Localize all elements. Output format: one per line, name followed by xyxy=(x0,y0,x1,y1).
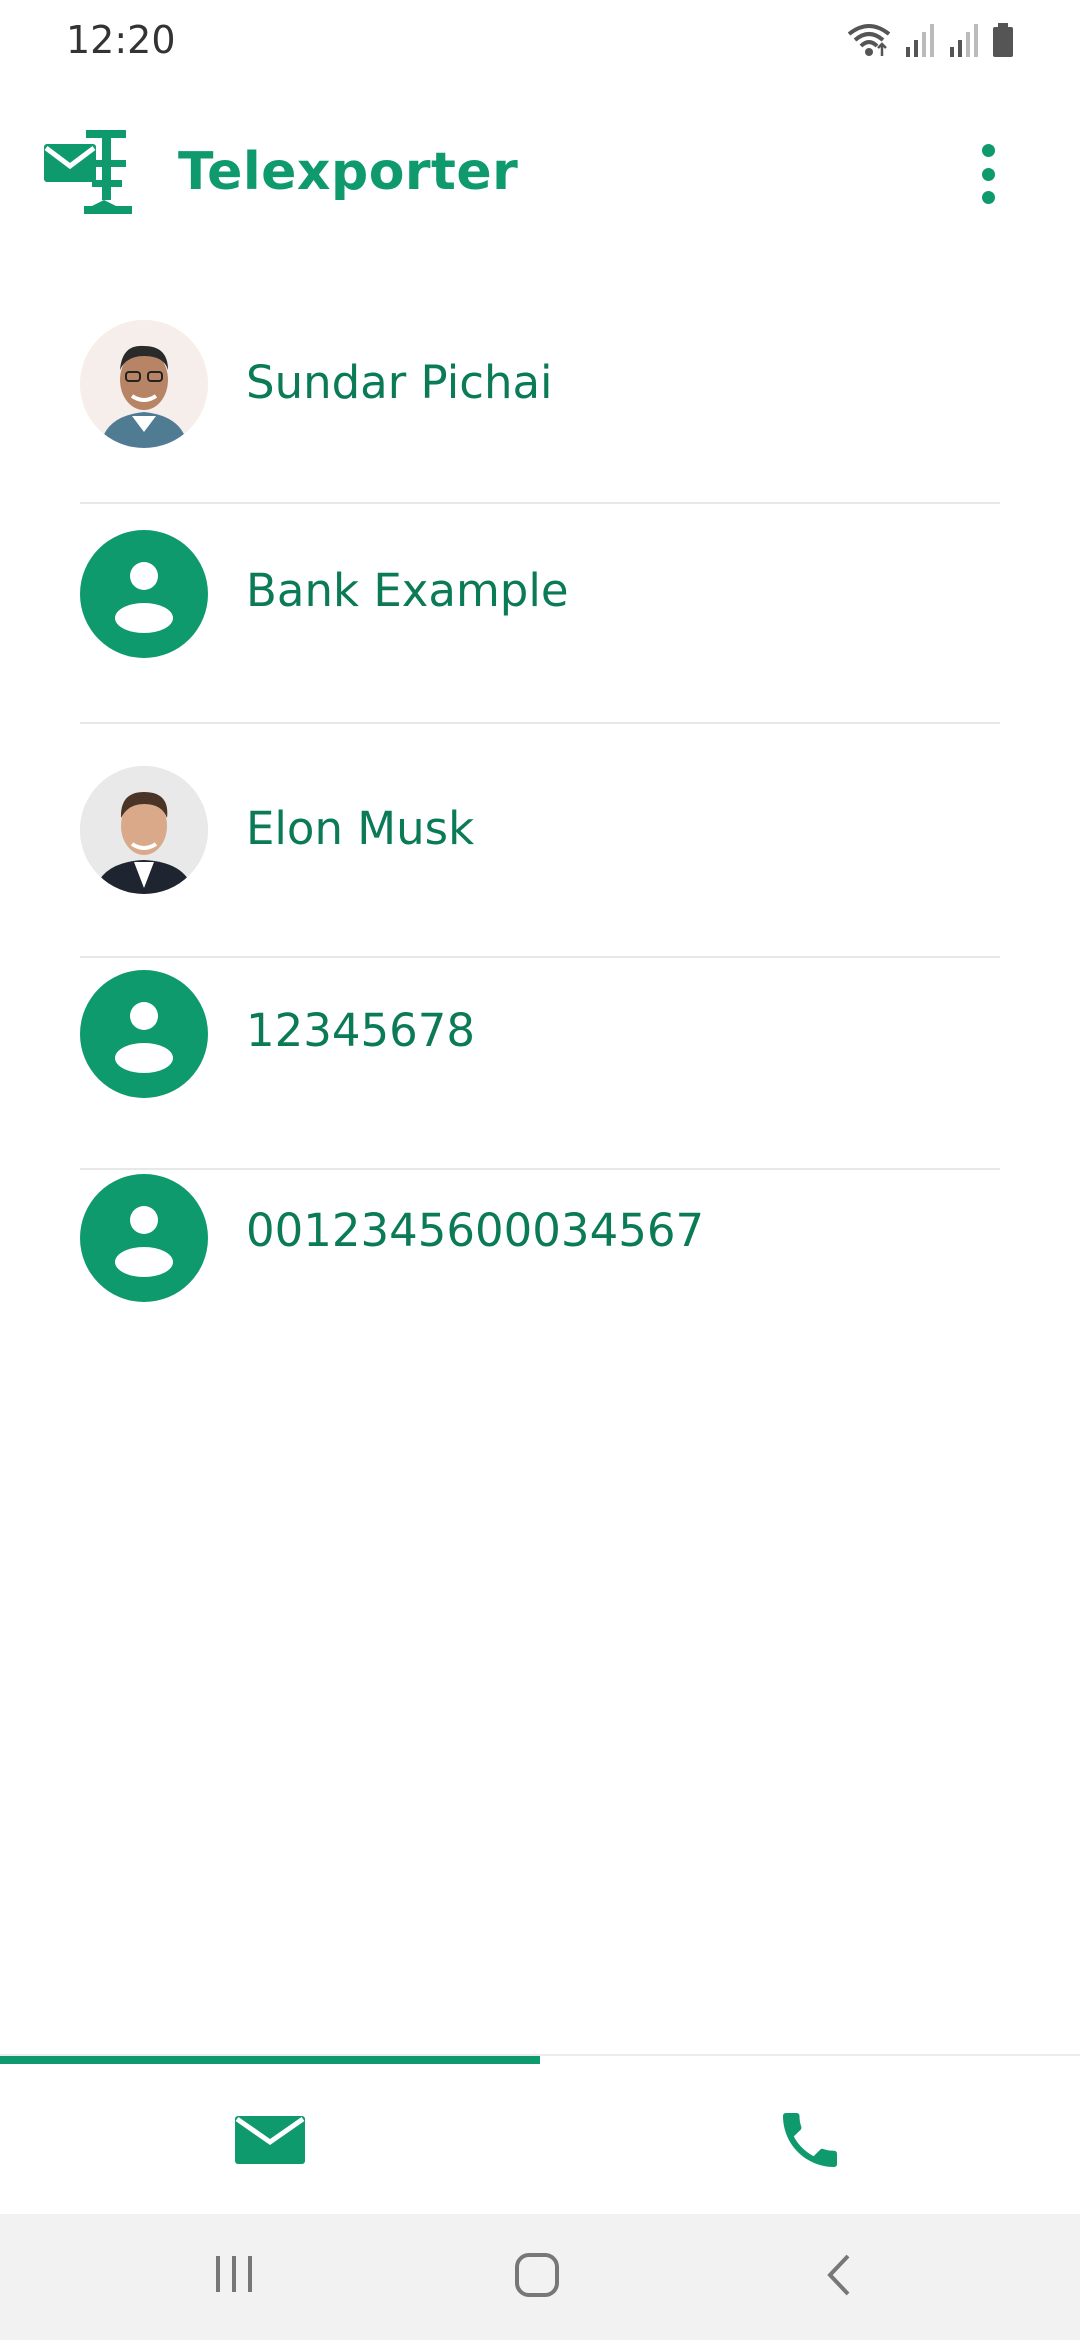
contact-list: Sundar Pichai Bank Example Elon Musk 123… xyxy=(0,316,1080,1336)
tab-messages[interactable] xyxy=(0,2064,540,2216)
telexporter-logo-icon xyxy=(44,130,132,214)
list-item[interactable]: 12345678 xyxy=(0,928,1080,1170)
status-icons xyxy=(846,22,1014,58)
contact-name: 0012345600034567 xyxy=(246,1204,705,1257)
avatar-image xyxy=(80,320,208,448)
list-item[interactable]: 0012345600034567 xyxy=(0,1132,1080,1336)
avatar-image xyxy=(80,766,208,894)
list-item[interactable]: Bank Example xyxy=(0,520,1080,724)
contact-name: 12345678 xyxy=(246,1004,476,1057)
tab-indicator xyxy=(0,2056,540,2064)
signal-icon xyxy=(950,24,978,57)
divider xyxy=(80,502,1000,504)
wifi-icon xyxy=(847,24,891,56)
generic-person-icon xyxy=(80,970,208,1098)
app-bar: Telexporter xyxy=(0,100,1080,250)
phone-icon xyxy=(783,2113,837,2167)
list-item[interactable]: Elon Musk xyxy=(0,724,1080,958)
contact-name: Sundar Pichai xyxy=(246,356,553,409)
tab-calls[interactable] xyxy=(540,2064,1080,2216)
status-time: 12:20 xyxy=(66,18,176,62)
signal-icon xyxy=(906,24,934,57)
status-bar: 12:20 xyxy=(0,0,1080,84)
generic-person-icon xyxy=(80,1174,208,1302)
menu-dot xyxy=(981,191,995,204)
more-vert-icon[interactable] xyxy=(966,144,1010,204)
mail-icon xyxy=(235,2116,305,2164)
system-navigation xyxy=(0,2214,1080,2340)
generic-person-icon xyxy=(80,530,208,658)
back-icon[interactable] xyxy=(824,2252,854,2298)
recent-apps-icon[interactable] xyxy=(214,2252,254,2296)
avatar-photo xyxy=(80,320,208,448)
battery-icon xyxy=(993,23,1013,57)
contact-name: Elon Musk xyxy=(246,802,475,855)
home-icon[interactable] xyxy=(514,2252,560,2298)
contact-name: Bank Example xyxy=(246,564,569,617)
avatar-photo xyxy=(80,766,208,894)
list-item[interactable]: Sundar Pichai xyxy=(0,316,1080,520)
app-title: Telexporter xyxy=(178,142,519,202)
bottom-navigation xyxy=(0,2054,1080,2216)
menu-dot xyxy=(981,144,995,157)
menu-dot xyxy=(981,167,995,181)
